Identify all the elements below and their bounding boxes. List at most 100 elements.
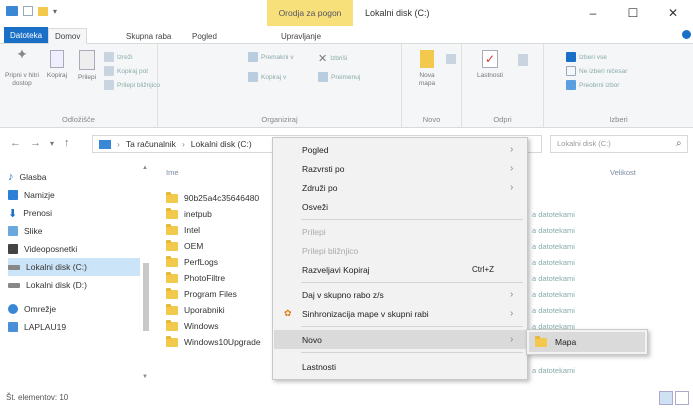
paste-button[interactable]: Prilepi: [74, 50, 100, 82]
list-item[interactable]: Uporabniki: [166, 302, 225, 318]
paste-icon: [79, 50, 95, 70]
menu-item-sort-by[interactable]: Razvrsti po ›: [274, 159, 526, 178]
menu-item-new[interactable]: Novo ›: [274, 330, 526, 349]
properties-qat-icon[interactable]: [23, 6, 33, 16]
cut-button[interactable]: Izreži: [104, 52, 133, 62]
search-input[interactable]: Lokalni disk (C:): [550, 135, 688, 153]
column-size-header[interactable]: Velikost: [610, 168, 636, 177]
column-name-header[interactable]: Ime: [166, 168, 179, 177]
nav-item-music[interactable]: ♪ Glasba: [8, 168, 140, 186]
item-count: Št. elementov: 10: [6, 393, 69, 402]
move-to-button[interactable]: Premakni v: [248, 52, 294, 62]
paste-shortcut-button[interactable]: Prilepi bližnjico: [104, 80, 160, 90]
select-group-label: Izberi: [609, 115, 628, 124]
breadcrumb-this-pc[interactable]: Ta računalnik: [126, 139, 176, 149]
up-arrow-icon[interactable]: ↑: [64, 137, 70, 149]
tab-manage[interactable]: Upravljanje: [275, 28, 327, 44]
menu-separator: [301, 326, 523, 327]
nav-item-desktop[interactable]: Namizje: [8, 186, 140, 204]
new-folder-qat-icon[interactable]: [38, 6, 48, 16]
download-icon: ⬇: [8, 207, 18, 220]
details-view-icon[interactable]: [659, 391, 673, 405]
invert-selection-button[interactable]: Preobrni izbor: [566, 80, 619, 90]
tab-view[interactable]: Pogled: [186, 28, 223, 44]
menu-item-share-with[interactable]: Daj v skupno rabo z/s ›: [274, 285, 526, 304]
scroll-down-icon[interactable]: ▼: [142, 374, 148, 380]
submenu-item-folder[interactable]: Mapa: [529, 332, 645, 352]
nav-scrollbar[interactable]: ▲ ▼: [142, 165, 150, 380]
rename-button[interactable]: Preimenuj: [318, 72, 360, 82]
file-type: a datotekami: [532, 242, 575, 251]
minimize-button[interactable]: –: [573, 0, 613, 26]
copy-button[interactable]: Kopiraj: [44, 50, 70, 80]
nav-item-pictures[interactable]: Slike: [8, 222, 140, 240]
breadcrumb-local-disk[interactable]: Lokalni disk (C:): [191, 139, 252, 149]
list-item[interactable]: PhotoFiltre: [166, 270, 225, 286]
nav-item-local-disk-c[interactable]: Lokalni disk (C:): [8, 258, 140, 276]
maximize-button[interactable]: ☐: [613, 0, 653, 26]
menu-item-group-by[interactable]: Združi po ›: [274, 178, 526, 197]
properties-button[interactable]: ✓ Lastnosti: [472, 50, 508, 80]
forward-arrow-icon[interactable]: →: [30, 137, 41, 149]
nav-item-local-disk-d[interactable]: Lokalni disk (D:): [8, 276, 140, 294]
file-type: a datotekami: [532, 366, 575, 375]
list-item[interactable]: Intel: [166, 222, 200, 238]
search-icon[interactable]: ⌕: [676, 138, 682, 149]
menu-item-refresh[interactable]: Osveži: [274, 197, 526, 216]
list-item[interactable]: Windows: [166, 318, 218, 334]
new-folder-icon: [420, 50, 434, 68]
menu-item-paste-shortcut: Prilepi bližnjico: [302, 245, 359, 256]
paste-shortcut-icon: [104, 80, 114, 90]
computer-icon: [8, 322, 18, 332]
list-item[interactable]: inetpub: [166, 206, 212, 222]
select-group: Izberi vse Ne izberi ničesar Preobrni iz…: [544, 44, 693, 128]
select-none-button[interactable]: Ne izberi ničesar: [566, 66, 627, 76]
pin-quick-access-button[interactable]: ✦ Pripni v hitri dostop: [4, 46, 40, 88]
close-button[interactable]: ✕: [653, 0, 693, 26]
copy-to-button[interactable]: Kopiraj v: [248, 72, 286, 82]
list-item[interactable]: PerfLogs: [166, 254, 218, 270]
file-type: a datotekami: [532, 258, 575, 267]
window-title: Lokalni disk (C:): [365, 8, 430, 18]
new-item-icon[interactable]: [446, 54, 456, 64]
tab-home[interactable]: Domov: [48, 28, 88, 44]
menu-item-undo-copy[interactable]: Razveljavi Kopiraj Ctrl+Z: [274, 260, 526, 279]
list-item[interactable]: OEM: [166, 238, 203, 254]
open-icon[interactable]: [518, 54, 528, 66]
menu-item-properties[interactable]: Lastnosti: [274, 357, 526, 376]
folder-icon: [166, 319, 178, 331]
drive-tools-context-tab[interactable]: Orodja za pogon: [267, 0, 353, 26]
back-arrow-icon[interactable]: ←: [10, 137, 21, 149]
list-item[interactable]: 90b25a4c35646480: [166, 190, 259, 206]
open-group: ✓ Lastnosti Odpri: [462, 44, 544, 128]
copy-path-button[interactable]: Kopiraj pot: [104, 66, 148, 76]
nav-item-laplau19[interactable]: LAPLAU19: [8, 318, 140, 336]
menu-item-view[interactable]: Pogled ›: [274, 140, 526, 159]
submenu-arrow-icon: ›: [510, 334, 514, 345]
delete-button[interactable]: ✕ Izbriši: [318, 52, 347, 65]
pin-icon: ✦: [16, 46, 28, 62]
nav-item-network[interactable]: Omrežje: [8, 300, 140, 318]
new-folder-button[interactable]: Nova mapa: [412, 50, 442, 88]
nav-scroll-thumb[interactable]: [143, 263, 149, 331]
open-group-label: Odpri: [493, 115, 512, 124]
nav-item-videos[interactable]: Videoposnetki: [8, 240, 140, 258]
recent-dropdown-icon[interactable]: ▾: [50, 139, 54, 148]
scroll-up-icon[interactable]: ▲: [142, 165, 148, 171]
tab-share[interactable]: Skupna raba: [120, 28, 177, 44]
copy-path-icon: [104, 66, 114, 76]
tab-file[interactable]: Datoteka: [4, 27, 49, 43]
list-item[interactable]: Program Files: [166, 286, 237, 302]
large-icons-view-icon[interactable]: [675, 391, 689, 405]
qat-dropdown-icon[interactable]: ▾: [53, 7, 57, 16]
select-all-button[interactable]: Izberi vse: [566, 52, 607, 62]
folder-icon: [166, 207, 178, 219]
sync-icon: ✿: [284, 308, 292, 318]
list-item[interactable]: Windows10Upgrade: [166, 334, 261, 350]
move-to-icon: [248, 52, 258, 62]
menu-item-sync-shared-folder[interactable]: ✿ Sinhronizacija mape v skupni rabi ›: [274, 304, 526, 323]
file-type: a datotekami: [532, 210, 575, 219]
help-icon[interactable]: [682, 30, 691, 39]
nav-item-downloads[interactable]: ⬇ Prenosi: [8, 204, 140, 222]
select-none-icon: [566, 66, 576, 76]
